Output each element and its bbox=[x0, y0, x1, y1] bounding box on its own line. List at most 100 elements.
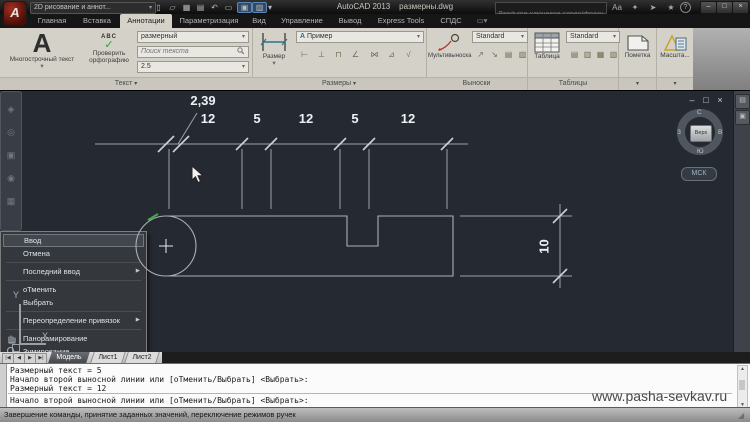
table-style-value: Standard bbox=[570, 33, 599, 40]
mtext-icon: A bbox=[32, 28, 52, 58]
open-file-icon[interactable]: ▱ bbox=[166, 2, 179, 13]
find-text-input[interactable] bbox=[141, 48, 227, 55]
dimension-button[interactable]: Размер ▾ bbox=[256, 31, 292, 67]
panel-dimensions-title-label: Размеры bbox=[321, 80, 352, 87]
tab-layout2-label: Лист2 bbox=[132, 354, 152, 361]
markup-button[interactable]: Пометка bbox=[621, 32, 654, 59]
mtext-button[interactable]: A Многострочный текст ▾ bbox=[0, 30, 84, 70]
revision-cloud-icon bbox=[626, 35, 649, 51]
viewcube-west[interactable]: З bbox=[677, 129, 681, 136]
workspace-label: 2D рисование и аннот... bbox=[34, 4, 111, 11]
command-scrollbar[interactable]: ▲ ▼ bbox=[737, 365, 748, 409]
panel-tables-title-label: Таблицы bbox=[558, 80, 588, 87]
viewcube[interactable]: С В Ю З Верх bbox=[677, 109, 723, 155]
leader-style-dropdown[interactable]: Standard ▾ bbox=[472, 31, 528, 43]
command-line-grip[interactable] bbox=[0, 364, 7, 408]
autocad-logo-icon[interactable]: A bbox=[3, 1, 27, 26]
panel-leaders: Мультивыноска Standard ▾ ↗ ↘ ▤ ▧ bbox=[426, 28, 528, 77]
panel-tables: Таблица Standard ▾ ▤ ▥ ▦ ▧ bbox=[528, 28, 620, 77]
favorites-star-icon[interactable]: ★ bbox=[664, 2, 678, 13]
tab-vid[interactable]: Вид bbox=[246, 14, 272, 28]
table-button[interactable]: Таблица bbox=[530, 32, 564, 60]
text-height-value: 2.5 bbox=[141, 63, 151, 70]
chevron-down-icon: ▾ bbox=[134, 81, 138, 87]
resize-grip-icon[interactable]: ◢ bbox=[738, 411, 744, 420]
panel-text-title[interactable]: Текст ▾ bbox=[0, 77, 253, 91]
tab-upravlenie[interactable]: Управление bbox=[274, 14, 330, 28]
chevron-down-icon: ▾ bbox=[612, 34, 616, 40]
maximize-button[interactable]: □ bbox=[716, 1, 733, 14]
tab-spds[interactable]: СПДС bbox=[434, 14, 468, 28]
tab-annotacii[interactable]: Аннотации bbox=[120, 14, 172, 28]
status-hint: Завершение команды, принятие заданных зн… bbox=[4, 410, 296, 419]
viewport-close-icon[interactable]: × bbox=[714, 95, 726, 105]
tab-layout1-label: Лист1 bbox=[98, 354, 118, 361]
tab-vstavka[interactable]: Вставка bbox=[76, 14, 118, 28]
tab-parametrizaciya[interactable]: Параметризация bbox=[174, 14, 244, 28]
viewcube-east[interactable]: В bbox=[718, 129, 722, 136]
minimize-button[interactable]: – bbox=[700, 1, 717, 14]
viewcube-south[interactable]: Ю bbox=[697, 148, 704, 155]
panel-tables-title[interactable]: Таблицы bbox=[528, 77, 619, 91]
panel-leaders-title[interactable]: Выноски bbox=[426, 77, 528, 91]
save-icon[interactable]: ▦ bbox=[180, 2, 193, 13]
spellcheck-button[interactable]: ABC ✓ Проверить орфографию bbox=[84, 34, 134, 64]
scroll-up-icon[interactable]: ▲ bbox=[738, 366, 747, 372]
new-file-icon[interactable]: ▯ bbox=[152, 2, 165, 13]
qat-dropdown-icon[interactable]: ▾ bbox=[266, 2, 274, 13]
chevron-down-icon: ▾ bbox=[241, 64, 245, 70]
tab-model[interactable]: Модель bbox=[48, 352, 90, 363]
find-text-field[interactable] bbox=[137, 46, 249, 58]
dim-offset-value: 2,39 bbox=[190, 93, 216, 108]
wcs-button[interactable]: МСК bbox=[681, 167, 717, 181]
help-icon[interactable]: ? bbox=[680, 2, 691, 13]
multileader-label: Мультивыноска bbox=[428, 53, 472, 59]
command-history-line: Размерный текст = 5 bbox=[10, 366, 102, 375]
qat-active-icon-1[interactable]: ▣ bbox=[237, 2, 252, 13]
dim-inspect-icon[interactable]: √ bbox=[400, 47, 417, 62]
text-height-dropdown[interactable]: 2.5 ▾ bbox=[137, 61, 249, 73]
dim-angular-icon[interactable]: ∠ bbox=[347, 47, 364, 62]
command-prompt-line[interactable]: Начало второй выносной линии или [оТмени… bbox=[10, 396, 309, 405]
tab-layout1[interactable]: Лист1 bbox=[90, 352, 126, 363]
drawing-viewport[interactable]: 2,39 12 5 12 5 12 10 – □ × С В Ю З Верх … bbox=[0, 90, 750, 353]
viewport-restore-icon[interactable]: □ bbox=[700, 95, 712, 105]
tab-vyvod[interactable]: Вывод bbox=[332, 14, 368, 28]
save-as-icon[interactable]: ▤ bbox=[194, 2, 207, 13]
tab-express-tools[interactable]: Express Tools bbox=[370, 14, 432, 28]
panel-markup-title[interactable]: ▾ bbox=[619, 77, 657, 91]
annotation-scale-button[interactable]: Масшта... bbox=[658, 32, 692, 59]
panel-dimensions-title[interactable]: Размеры ▾ bbox=[252, 77, 427, 91]
ribbon-minimize-icon[interactable]: ▭▾ bbox=[472, 14, 492, 28]
tab-glavnaya[interactable]: Главная bbox=[30, 14, 74, 28]
chevron-down-icon: ▾ bbox=[272, 60, 276, 67]
scrollbar-thumb[interactable] bbox=[739, 380, 745, 390]
search-exchange-icon[interactable]: Аа bbox=[610, 2, 624, 13]
close-button[interactable]: × bbox=[732, 1, 749, 14]
dim-chain-value-1: 12 bbox=[200, 111, 216, 126]
tab-layout2[interactable]: Лист2 bbox=[124, 352, 160, 363]
viewcube-top-face[interactable]: Верх bbox=[690, 125, 712, 142]
dim-aligned-icon[interactable]: ⊥ bbox=[313, 47, 330, 62]
panel-scale-title[interactable]: ▾ bbox=[657, 77, 694, 91]
multileader-button[interactable]: Мультивыноска bbox=[428, 33, 472, 60]
table-style-dropdown[interactable]: Standard ▾ bbox=[566, 31, 620, 43]
signin-icon[interactable]: ✦ bbox=[628, 2, 642, 13]
exchange-apps-icon[interactable]: ➤ bbox=[646, 2, 660, 13]
dim-baseline-icon[interactable]: ⊓ bbox=[330, 47, 347, 62]
dim-linear-icon[interactable]: ⊢ bbox=[296, 47, 313, 62]
viewcube-north[interactable]: С bbox=[697, 109, 702, 116]
dim-break-icon[interactable]: ⋈ bbox=[366, 47, 383, 62]
workspace-dropdown[interactable]: 2D рисование и аннот... ▾ bbox=[30, 2, 156, 14]
qat-active-icon-2[interactable]: ▨ bbox=[252, 2, 267, 13]
dim-vertical-value: 10 bbox=[536, 239, 552, 254]
plot-icon[interactable]: ▭ bbox=[222, 2, 235, 13]
dim-style-dropdown[interactable]: A Пример ▾ bbox=[296, 31, 424, 43]
dim-style-value: Пример bbox=[307, 33, 333, 40]
dim-adjust-icon[interactable]: ⊿ bbox=[383, 47, 400, 62]
undo-icon[interactable]: ↶ bbox=[208, 2, 221, 13]
viewport-minimize-icon[interactable]: – bbox=[686, 95, 698, 105]
help-search-box[interactable] bbox=[495, 2, 610, 20]
markup-label: Пометка bbox=[624, 52, 651, 59]
text-style-dropdown[interactable]: размерный ▾ bbox=[137, 31, 249, 43]
